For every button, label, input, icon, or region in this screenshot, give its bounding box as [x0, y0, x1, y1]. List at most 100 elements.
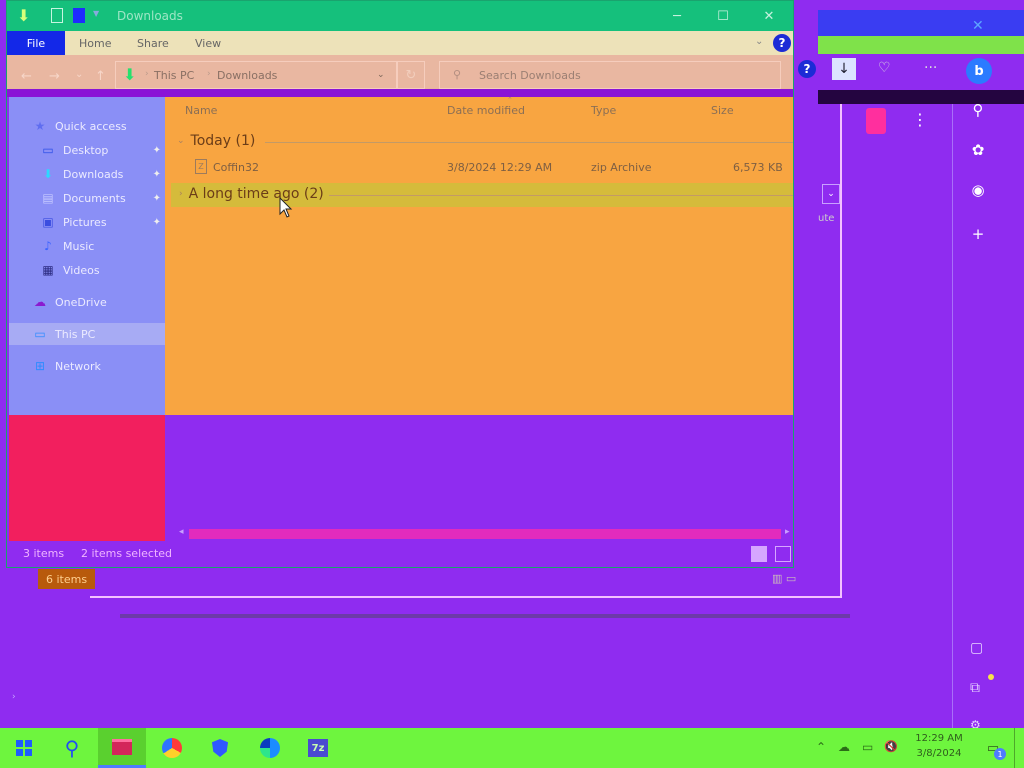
background-download-button[interactable]: ↓: [832, 58, 856, 80]
tab-view[interactable]: View: [195, 37, 221, 50]
background-window-shadow: [120, 614, 850, 618]
breadcrumb-this-pc[interactable]: This PC: [154, 69, 194, 82]
7zip-icon: 7z: [308, 739, 328, 757]
pin-icon: ✦: [152, 168, 161, 180]
status-item-count: 3 items: [23, 547, 65, 560]
background-cut-off-text: ute: [818, 213, 835, 224]
scroll-right-icon[interactable]: ▸: [785, 527, 790, 537]
nav-item-this-pc[interactable]: ▭ This PC: [9, 323, 165, 345]
file-size: 6,573 KB: [733, 161, 783, 174]
search-input[interactable]: [479, 67, 769, 83]
details-view-button[interactable]: [751, 546, 767, 562]
search-icon: ⚲: [453, 68, 462, 81]
taskbar-chrome[interactable]: [148, 728, 196, 768]
tab-share[interactable]: Share: [137, 37, 169, 50]
search-icon: ⚲: [64, 736, 80, 760]
maximize-button[interactable]: ☐: [711, 5, 735, 27]
music-icon: ♪: [44, 239, 52, 253]
tray-cloud-icon[interactable]: ☁: [838, 740, 850, 754]
background-help-icon[interactable]: ?: [798, 60, 816, 78]
background-view-toggle-icon[interactable]: ▥ ▭: [772, 572, 796, 585]
column-header-type[interactable]: Type: [591, 104, 616, 117]
sidebar-add-icon[interactable]: +: [966, 222, 990, 246]
address-dropdown-icon[interactable]: ⌄: [377, 70, 385, 80]
help-icon[interactable]: ?: [773, 34, 791, 52]
taskbar-clock[interactable]: 12:29 AM 3/8/2024: [906, 731, 972, 761]
notification-count-badge: 1: [994, 748, 1006, 760]
chevron-down-icon[interactable]: ▼: [93, 9, 99, 18]
chevron-right-icon: ›: [179, 189, 183, 199]
scroll-left-icon[interactable]: ◂: [179, 527, 184, 537]
nav-item-desktop[interactable]: ▭ Desktop ✦: [9, 139, 165, 161]
toolbar-divider: [7, 89, 793, 97]
ribbon-expand-icon[interactable]: ⌄: [755, 36, 763, 47]
background-close-icon[interactable]: ✕: [972, 18, 984, 34]
column-header-date-modified[interactable]: Date modified: [447, 104, 525, 117]
nav-item-documents[interactable]: ▤ Documents ✦: [9, 187, 165, 209]
tab-home[interactable]: Home: [79, 37, 111, 50]
start-button[interactable]: [0, 728, 48, 768]
refresh-button[interactable]: ↻: [397, 61, 425, 89]
navigation-pane-empty: [9, 415, 165, 541]
taskbar-security[interactable]: [196, 728, 244, 768]
taskbar-7zip[interactable]: 7z: [294, 728, 342, 768]
show-desktop-button[interactable]: [1014, 728, 1024, 768]
nav-item-videos[interactable]: ▦ Videos: [9, 259, 165, 281]
new-folder-icon[interactable]: [73, 8, 85, 23]
properties-icon[interactable]: [51, 8, 63, 23]
taskbar-search-button[interactable]: ⚲: [48, 728, 96, 768]
sidebar-outlook-icon[interactable]: ◉: [966, 178, 990, 202]
group-divider: [265, 142, 793, 143]
pictures-icon: ▣: [42, 215, 54, 229]
column-header-name[interactable]: Name: [185, 104, 217, 117]
nav-item-pictures[interactable]: ▣ Pictures ✦: [9, 211, 165, 233]
background-kebab-icon[interactable]: ⋮: [912, 110, 928, 129]
explorer-window: ⬇ ▼ Downloads ─ ☐ ✕ File Home Share View…: [6, 0, 794, 568]
back-button[interactable]: ←: [21, 69, 32, 84]
background-status-item-count: 6 items: [38, 569, 96, 589]
mouse-cursor-icon: [279, 197, 293, 218]
minimize-button[interactable]: ─: [665, 5, 689, 27]
group-header-today[interactable]: ⌄ Today (1): [177, 133, 255, 149]
nav-item-network[interactable]: ⊞ Network: [9, 355, 165, 377]
pin-icon: ✦: [152, 216, 161, 228]
nav-item-quick-access[interactable]: ★ Quick access: [9, 115, 165, 137]
large-icons-view-button[interactable]: [775, 546, 791, 562]
nav-item-downloads[interactable]: ⬇ Downloads ✦: [9, 163, 165, 185]
status-selection: 2 items selected: [81, 547, 173, 560]
sidebar-tools-icon[interactable]: ✿: [966, 138, 990, 162]
background-dark-strip: [818, 90, 1024, 104]
recent-locations-button[interactable]: ⌄: [75, 69, 83, 80]
tray-network-icon[interactable]: ▭: [862, 740, 873, 754]
windows-logo-icon: [16, 740, 32, 756]
sidebar-search-icon[interactable]: ⚲: [966, 98, 990, 122]
forward-button[interactable]: →: [49, 69, 60, 84]
edge-icon: [260, 738, 280, 758]
breadcrumb-downloads[interactable]: Downloads: [217, 69, 277, 82]
up-button[interactable]: ↑: [95, 69, 106, 84]
background-more-icon[interactable]: ···: [924, 60, 937, 76]
taskbar-edge[interactable]: [246, 728, 294, 768]
star-icon: ★: [34, 119, 46, 133]
background-window-frame: [836, 104, 842, 596]
group-header-long-time-ago[interactable]: › A long time ago (2): [179, 186, 324, 202]
documents-icon: ▤: [42, 191, 54, 205]
tray-volume-muted-icon[interactable]: 🔇: [884, 740, 898, 753]
close-button[interactable]: ✕: [757, 5, 781, 27]
sidebar-toggle-icon[interactable]: ▢: [970, 640, 983, 656]
nav-item-onedrive[interactable]: ☁ OneDrive: [9, 291, 165, 313]
tray-overflow-chevron-icon[interactable]: ⌃: [816, 740, 826, 754]
horizontal-scrollbar[interactable]: [189, 529, 781, 539]
folder-icon: ⬇: [123, 65, 137, 84]
background-favorites-icon[interactable]: ♡: [878, 60, 891, 76]
nav-item-music[interactable]: ♪ Music: [9, 235, 165, 257]
background-window-frame-bottom: [90, 592, 842, 598]
column-header-size[interactable]: Size: [711, 104, 734, 117]
external-link-icon[interactable]: ⧉: [970, 680, 980, 696]
network-icon: ⊞: [34, 359, 46, 373]
taskbar-file-explorer[interactable]: [98, 728, 146, 768]
tab-file[interactable]: File: [7, 31, 65, 55]
background-bing-icon[interactable]: b: [966, 58, 992, 84]
sort-arrow-icon: ⌃: [507, 96, 513, 104]
file-list-empty-area[interactable]: [165, 415, 793, 541]
